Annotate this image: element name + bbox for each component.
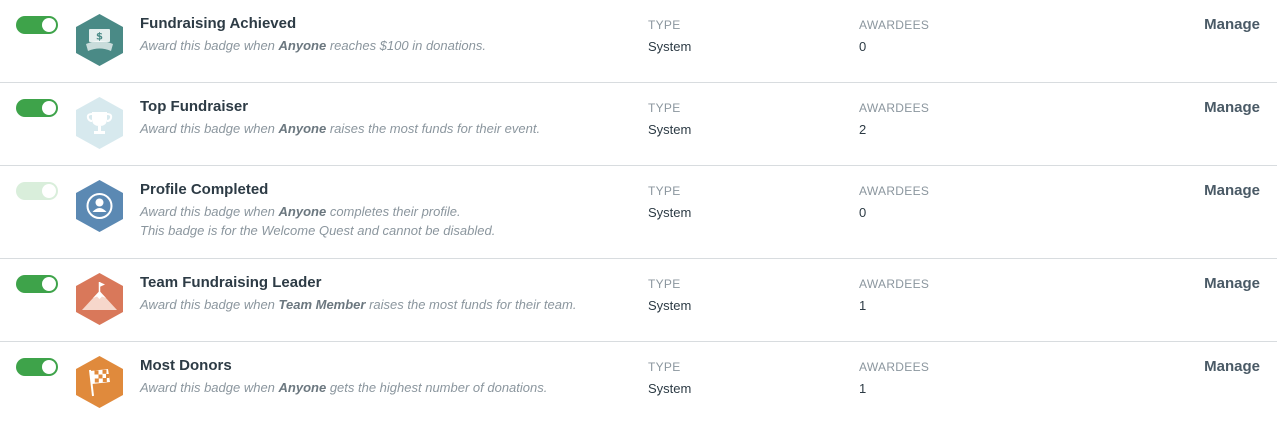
badge-enabled-toggle[interactable] <box>16 16 58 34</box>
user-profile-icon <box>76 180 123 232</box>
type-label: TYPE <box>648 18 681 32</box>
awardees-count: 2 <box>859 122 867 137</box>
awardees-label: AWARDEES <box>859 360 930 374</box>
type-label: TYPE <box>648 360 681 374</box>
badge-description: Award this badge when Anyone completes t… <box>140 204 461 219</box>
awardees-count: 1 <box>859 298 867 313</box>
badge-enabled-toggle-locked <box>16 182 58 200</box>
badge-info: Profile Completed Award this badge when … <box>140 181 630 240</box>
toggle-knob <box>42 277 56 291</box>
awardees-count: 0 <box>859 205 867 220</box>
manage-link[interactable]: Manage <box>1204 182 1260 199</box>
badge-description: Award this badge when Anyone gets the hi… <box>140 380 548 395</box>
type-value: System <box>648 205 692 220</box>
toggle-knob <box>42 101 56 115</box>
badge-enabled-toggle[interactable] <box>16 358 58 376</box>
checkered-flag-icon <box>76 356 123 408</box>
badge-info: Top Fundraiser Award this badge when Any… <box>140 98 630 138</box>
svg-text:$: $ <box>96 32 103 43</box>
badge-enabled-toggle[interactable] <box>16 99 58 117</box>
type-label: TYPE <box>648 277 681 291</box>
badge-row: Team Fundraising Leader Award this badge… <box>0 259 1277 342</box>
manage-link[interactable]: Manage <box>1204 275 1260 292</box>
badge-row: Top Fundraiser Award this badge when Any… <box>0 83 1277 166</box>
badge-title: Fundraising Achieved <box>140 15 297 32</box>
badge-title: Profile Completed <box>140 181 269 198</box>
badge-title: Team Fundraising Leader <box>140 274 322 291</box>
awardees-label: AWARDEES <box>859 18 930 32</box>
type-value: System <box>648 298 692 313</box>
badge-title: Top Fundraiser <box>140 98 249 115</box>
badge-description: Award this badge when Team Member raises… <box>140 297 577 312</box>
badge-note: This badge is for the Welcome Quest and … <box>140 223 496 238</box>
type-label: TYPE <box>648 184 681 198</box>
badge-enabled-toggle[interactable] <box>16 275 58 293</box>
toggle-knob <box>42 184 56 198</box>
badge-info: Most Donors Award this badge when Anyone… <box>140 357 630 397</box>
trophy-icon <box>76 97 123 149</box>
awardees-label: AWARDEES <box>859 101 930 115</box>
awardees-count: 1 <box>859 381 867 396</box>
badge-row: Most Donors Award this badge when Anyone… <box>0 342 1277 422</box>
badge-info: Fundraising Achieved Award this badge wh… <box>140 15 630 55</box>
awardees-count: 0 <box>859 39 867 54</box>
type-value: System <box>648 39 692 54</box>
badge-row: Profile Completed Award this badge when … <box>0 166 1277 259</box>
mountain-flag-icon <box>76 273 123 325</box>
badge-description: Award this badge when Anyone raises the … <box>140 121 541 136</box>
manage-link[interactable]: Manage <box>1204 16 1260 33</box>
awardees-label: AWARDEES <box>859 184 930 198</box>
toggle-knob <box>42 360 56 374</box>
toggle-knob <box>42 18 56 32</box>
type-value: System <box>648 122 692 137</box>
manage-link[interactable]: Manage <box>1204 358 1260 375</box>
badge-title: Most Donors <box>140 357 232 374</box>
type-label: TYPE <box>648 101 681 115</box>
awardees-label: AWARDEES <box>859 277 930 291</box>
manage-link[interactable]: Manage <box>1204 99 1260 116</box>
type-value: System <box>648 381 692 396</box>
badge-list: $ Fundraising Achieved Award this badge … <box>0 0 1277 422</box>
badge-description: Award this badge when Anyone reaches $10… <box>140 38 486 53</box>
badge-row: $ Fundraising Achieved Award this badge … <box>0 0 1277 83</box>
money-icon: $ <box>76 14 123 66</box>
badge-info: Team Fundraising Leader Award this badge… <box>140 274 630 314</box>
